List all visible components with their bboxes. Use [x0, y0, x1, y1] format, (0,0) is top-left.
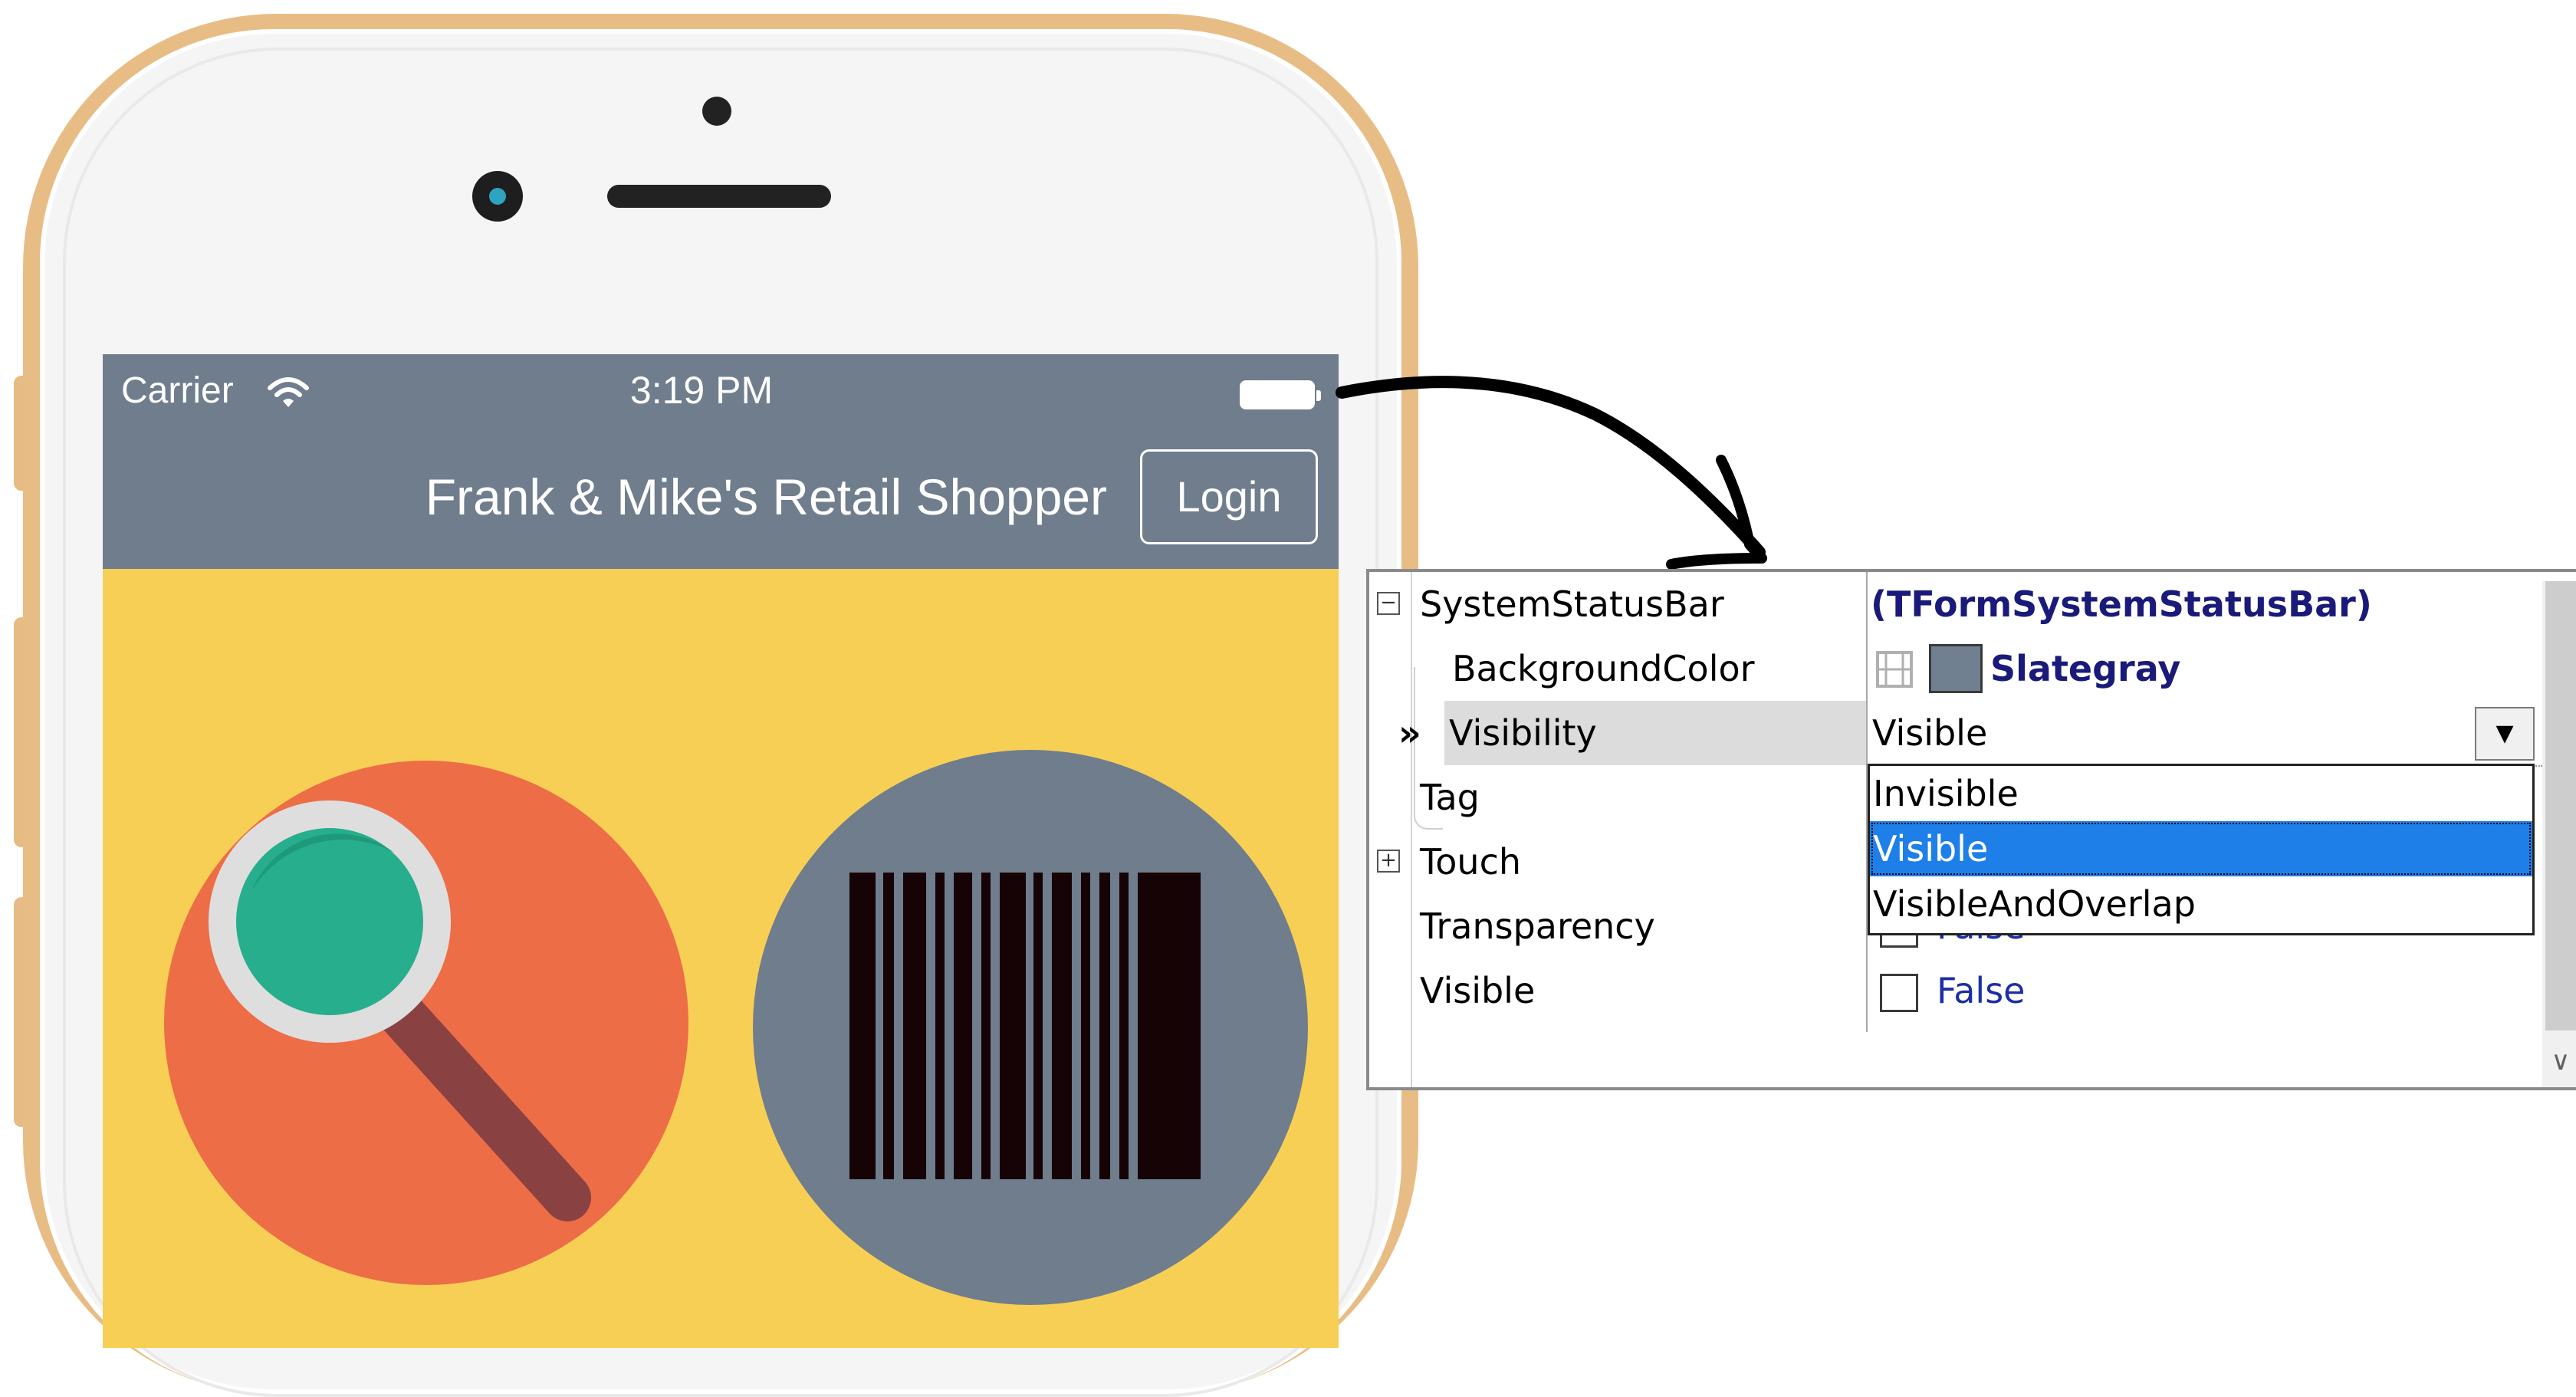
dropdown-arrow-icon[interactable]: ▼: [2475, 707, 2535, 761]
expand-icon[interactable]: +: [1377, 850, 1400, 873]
dropdown-option-invisible[interactable]: Invisible: [1870, 766, 2532, 821]
barcode-icon[interactable]: [753, 750, 1308, 1305]
phone-mockup: Carrier 3:19 PM Frank & Mike's Retail Sh…: [0, 0, 1426, 1397]
collapse-icon[interactable]: −: [1377, 592, 1400, 615]
dropdown-option-visible[interactable]: Visible: [1870, 821, 2532, 876]
property-row-systemstatusbar[interactable]: − SystemStatusBar (TFormSystemStatusBar): [1369, 572, 2542, 636]
clock-label: 3:19 PM: [629, 369, 774, 412]
scrollbar-thumb[interactable]: [2545, 581, 2576, 1030]
visibility-combobox[interactable]: Visible: [1868, 701, 2542, 767]
property-name: Tag: [1420, 777, 1480, 818]
dropdown-option-visibleandoverlap[interactable]: VisibleAndOverlap: [1870, 876, 2532, 932]
battery-icon: [1240, 380, 1321, 409]
property-name: BackgroundColor: [1452, 648, 1755, 689]
property-name: Transparency: [1420, 906, 1655, 947]
scroll-down-icon[interactable]: ∨: [2542, 1038, 2576, 1084]
proximity-sensor: [702, 97, 731, 126]
property-row-backgroundcolor[interactable]: BackgroundColor Slategray: [1369, 636, 2542, 701]
visibility-dropdown-list[interactable]: Invisible Visible VisibleAndOverlap: [1868, 764, 2535, 935]
color-picker-icon[interactable]: [1875, 650, 1914, 689]
property-value: Slategray: [1990, 648, 2181, 689]
inspector-scrollbar[interactable]: ∨: [2542, 581, 2576, 1087]
color-swatch: [1929, 644, 1983, 693]
property-row-visibility[interactable]: » Visibility Visible ▼: [1369, 701, 2542, 767]
magnifier-icon[interactable]: [164, 761, 688, 1285]
property-name: SystemStatusBar: [1420, 583, 1724, 625]
clock: 3:19 PM: [103, 368, 1339, 413]
property-name: Visible: [1420, 970, 1536, 1011]
nav-title: Frank & Mike's Retail Shopper: [425, 468, 1107, 525]
combobox-value: Visible: [1872, 712, 1988, 754]
property-name: Touch: [1420, 841, 1522, 883]
earpiece-speaker: [607, 185, 831, 208]
status-bar: Carrier 3:19 PM Frank & Mike's Retail Sh…: [103, 354, 1339, 569]
property-value: False: [1937, 970, 2026, 1011]
login-button[interactable]: Login: [1140, 449, 1318, 544]
object-inspector: − SystemStatusBar (TFormSystemStatusBar)…: [1366, 569, 2576, 1090]
current-row-marker-icon: »: [1398, 712, 1421, 754]
connector-arrow-icon: [1336, 376, 1767, 570]
phone-screen: Carrier 3:19 PM Frank & Mike's Retail Sh…: [103, 354, 1339, 1348]
property-row-visible[interactable]: Visible False: [1369, 958, 2542, 1023]
visible-checkbox[interactable]: [1880, 974, 1918, 1012]
property-name: Visibility: [1449, 712, 1597, 754]
property-value: (TFormSystemStatusBar): [1871, 583, 2372, 625]
front-camera-icon: [472, 171, 523, 222]
